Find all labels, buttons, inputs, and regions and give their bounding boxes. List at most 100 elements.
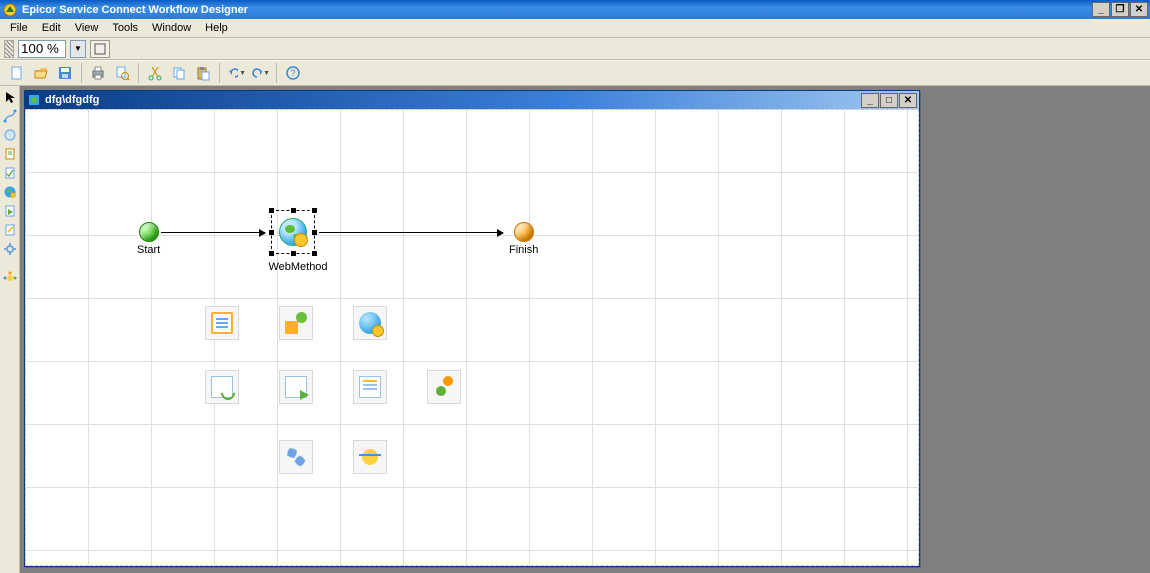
- zoom-toolbar: ▼: [0, 38, 1150, 60]
- globe-icon: [359, 312, 381, 334]
- help-button[interactable]: ?: [282, 62, 304, 84]
- menu-tools-label: Tools: [112, 22, 138, 34]
- restore-button[interactable]: ❐: [1111, 2, 1129, 17]
- sel-handle-w[interactable]: [269, 230, 274, 235]
- app-icon: [2, 2, 18, 18]
- canvas[interactable]: Start WebMethod: [25, 109, 919, 566]
- palette-doc-edit[interactable]: [353, 370, 387, 404]
- zoom-fit-button[interactable]: [90, 40, 110, 58]
- new-button[interactable]: [6, 62, 28, 84]
- workspace: dfg\dfgdfg _ □ ✕ Start: [20, 86, 1150, 573]
- finish-icon: [514, 222, 534, 242]
- connector-start-to-webmethod[interactable]: [161, 232, 265, 233]
- shapes-icon: [285, 312, 307, 334]
- beads-icon: [433, 376, 455, 398]
- document-icon: [27, 93, 41, 107]
- redo-dropdown-icon: ▼: [263, 70, 270, 77]
- sel-handle-n[interactable]: [291, 208, 296, 213]
- menu-tools[interactable]: Tools: [106, 20, 144, 36]
- tool-pointer[interactable]: [1, 88, 18, 105]
- zoom-dropdown[interactable]: ▼: [70, 40, 86, 58]
- menu-view[interactable]: View: [69, 20, 105, 36]
- menu-help-label: Help: [205, 22, 228, 34]
- webmethod-label: WebMethod: [263, 261, 333, 273]
- menu-edit-label: Edit: [42, 22, 61, 34]
- doc-refresh-icon: [211, 376, 233, 398]
- copy-button[interactable]: [168, 62, 190, 84]
- save-button[interactable]: [54, 62, 76, 84]
- palette-hub[interactable]: [353, 440, 387, 474]
- main-toolbar: ▼ ▼ ?: [0, 60, 1150, 86]
- print-preview-button[interactable]: [111, 62, 133, 84]
- tool-gear[interactable]: [1, 240, 18, 257]
- paste-button[interactable]: [192, 62, 214, 84]
- doc-close-button[interactable]: ✕: [899, 93, 917, 108]
- tool-globe[interactable]: [1, 183, 18, 200]
- tool-circle[interactable]: [1, 126, 18, 143]
- svg-text:?: ?: [290, 68, 295, 78]
- toolbar-sep-3: [219, 63, 220, 83]
- doc-edit-icon: [359, 376, 381, 398]
- finish-node[interactable]: Finish: [509, 222, 538, 256]
- palette-clipboard[interactable]: [205, 306, 239, 340]
- menu-help[interactable]: Help: [199, 20, 234, 36]
- palette-beads[interactable]: [427, 370, 461, 404]
- cut-button[interactable]: [144, 62, 166, 84]
- minimize-button[interactable]: _: [1092, 2, 1110, 17]
- gears-icon: [285, 446, 307, 468]
- tool-connector[interactable]: [1, 107, 18, 124]
- sel-handle-se[interactable]: [312, 251, 317, 256]
- palette-gears[interactable]: [279, 440, 313, 474]
- finish-label: Finish: [509, 244, 538, 256]
- title-bar: Epicor Service Connect Workflow Designer…: [0, 0, 1150, 19]
- undo-button[interactable]: ▼: [225, 62, 247, 84]
- sel-handle-e[interactable]: [312, 230, 317, 235]
- toolbar-sep-4: [276, 63, 277, 83]
- toolbar-grip[interactable]: [4, 40, 14, 58]
- palette-webmethod[interactable]: [353, 306, 387, 340]
- canvas-frame: [25, 109, 919, 566]
- sel-handle-s[interactable]: [291, 251, 296, 256]
- document-title: dfg\dfgdfg: [45, 94, 861, 106]
- open-button[interactable]: [30, 62, 52, 84]
- toolbar-sep-1: [81, 63, 82, 83]
- document-title-bar[interactable]: dfg\dfgdfg _ □ ✕: [25, 91, 919, 109]
- palette-doc-import[interactable]: [279, 370, 313, 404]
- close-button[interactable]: ✕: [1130, 2, 1148, 17]
- redo-button[interactable]: ▼: [249, 62, 271, 84]
- palette-doc-refresh[interactable]: [205, 370, 239, 404]
- zoom-input[interactable]: [18, 40, 66, 58]
- print-button[interactable]: [87, 62, 109, 84]
- tool-doc-edit[interactable]: [1, 221, 18, 238]
- doc-minimize-button[interactable]: _: [861, 93, 879, 108]
- tool-doc-check[interactable]: [1, 164, 18, 181]
- menu-window[interactable]: Window: [146, 20, 197, 36]
- sel-handle-nw[interactable]: [269, 208, 274, 213]
- hub-icon: [359, 446, 381, 468]
- side-toolbox: [0, 86, 20, 573]
- menu-edit[interactable]: Edit: [36, 20, 67, 36]
- start-node[interactable]: Start: [137, 222, 160, 256]
- menu-file-label: File: [10, 22, 28, 34]
- start-label: Start: [137, 244, 160, 256]
- palette-shapes[interactable]: [279, 306, 313, 340]
- menu-window-label: Window: [152, 22, 191, 34]
- sel-handle-ne[interactable]: [312, 208, 317, 213]
- tool-hub[interactable]: [1, 269, 18, 286]
- menu-view-label: View: [75, 22, 99, 34]
- start-icon: [139, 222, 159, 242]
- doc-maximize-button[interactable]: □: [880, 93, 898, 108]
- toolbar-sep-2: [138, 63, 139, 83]
- doc-import-icon: [285, 376, 307, 398]
- menu-bar: File Edit View Tools Window Help: [0, 19, 1150, 38]
- menu-file[interactable]: File: [4, 20, 34, 36]
- app-title: Epicor Service Connect Workflow Designer: [22, 4, 1092, 16]
- tool-doc-play[interactable]: [1, 202, 18, 219]
- sel-handle-sw[interactable]: [269, 251, 274, 256]
- connector-webmethod-to-finish[interactable]: [319, 232, 503, 233]
- document-window: dfg\dfgdfg _ □ ✕ Start: [24, 90, 920, 567]
- undo-dropdown-icon: ▼: [239, 70, 246, 77]
- tool-document[interactable]: [1, 145, 18, 162]
- webmethod-node[interactable]: [279, 218, 307, 246]
- webmethod-icon: [279, 218, 307, 246]
